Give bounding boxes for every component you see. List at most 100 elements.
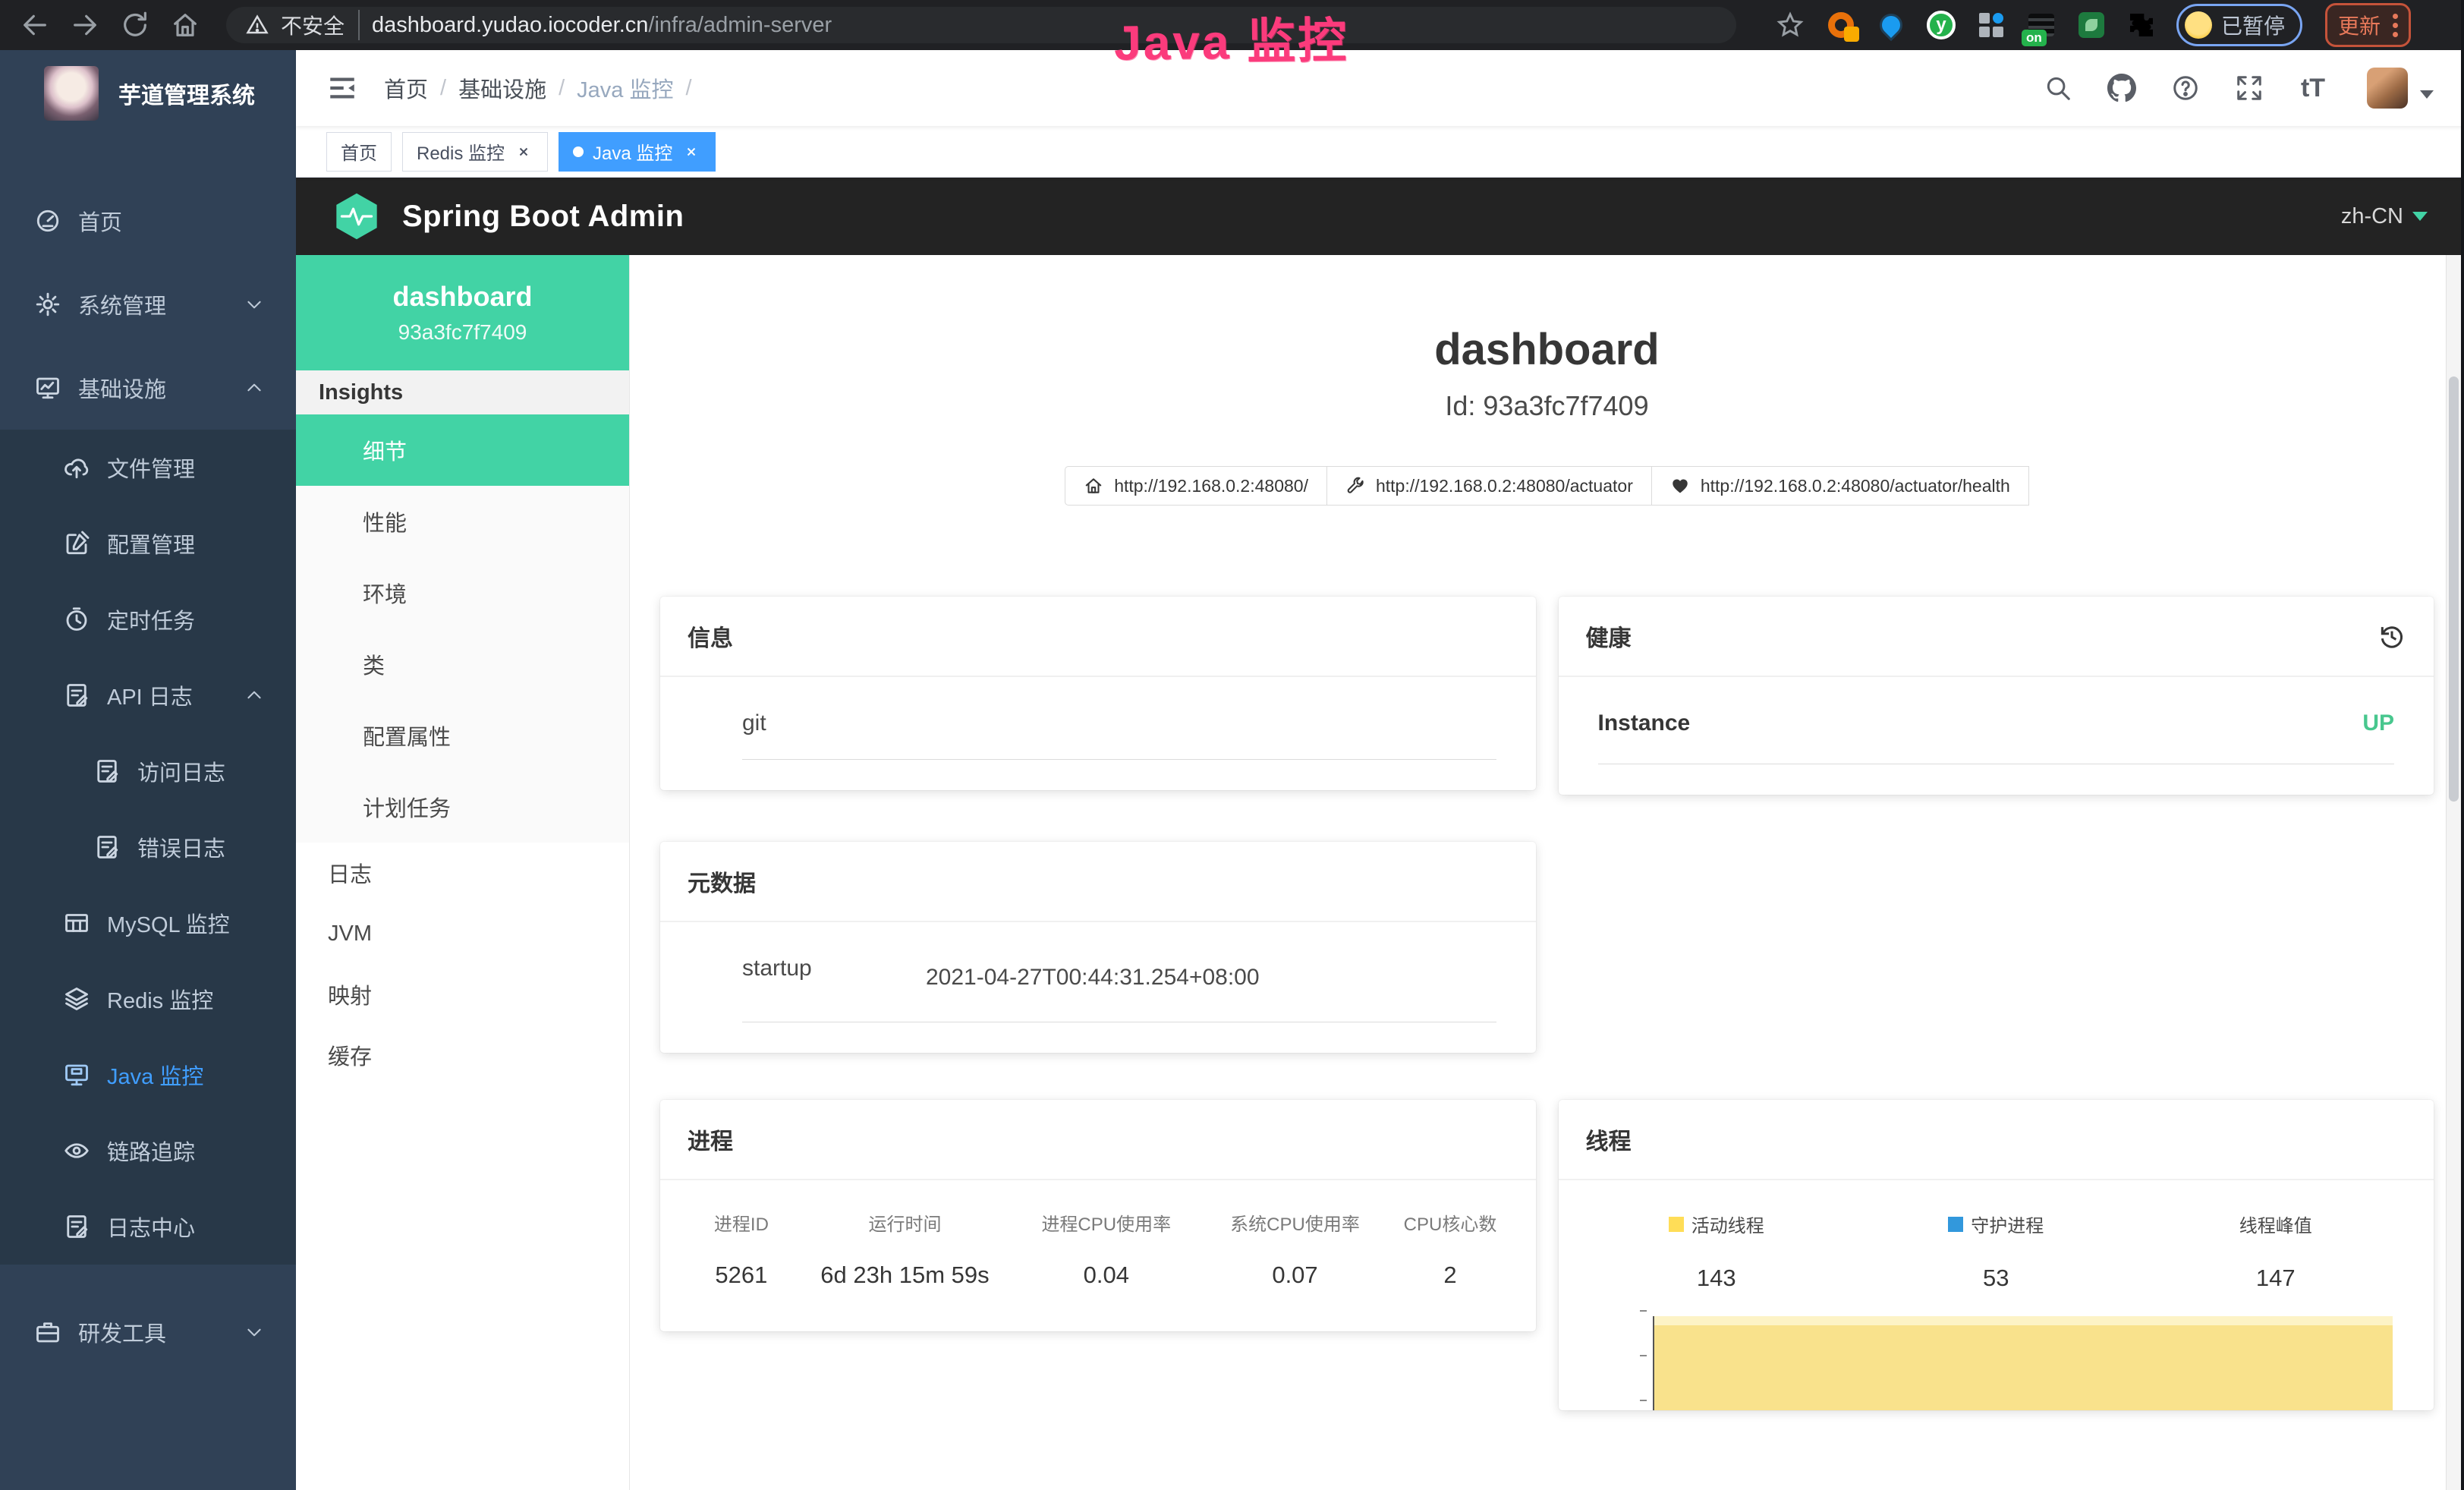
sidebar-menu-item[interactable]: 配置管理 bbox=[0, 506, 296, 581]
fullscreen-icon[interactable] bbox=[2235, 74, 2264, 102]
breadcrumb-item[interactable]: Java 监控 / bbox=[577, 72, 703, 104]
instance-header[interactable]: dashboard 93a3fc7f7409 bbox=[296, 255, 629, 370]
sidebar-menu-item[interactable]: 日志中心 bbox=[0, 1189, 296, 1265]
sba-section-label: Insights bbox=[296, 370, 629, 414]
sidebar-menu-item[interactable]: 基础设施 bbox=[0, 346, 296, 430]
window-edge bbox=[2461, 0, 2464, 1490]
scrollbar-thumb[interactable] bbox=[2449, 376, 2459, 802]
process-table-column: 运行时间 6d 23h 15m 59s bbox=[804, 1209, 1005, 1289]
ext-leaf-icon[interactable] bbox=[2076, 10, 2107, 40]
sba-root-menu: 日志JVM映射缓存 bbox=[296, 843, 629, 1085]
ext-y-icon[interactable]: y bbox=[1926, 10, 1956, 40]
app-logo-row[interactable]: 芋道管理系统 bbox=[0, 50, 296, 137]
breadcrumb-item[interactable]: 基础设施 / bbox=[458, 72, 577, 104]
url-text[interactable]: dashboard.yudao.iocoder.cn/infra/admin-s… bbox=[372, 13, 832, 38]
sba-insight-menu: 细节性能环境类配置属性计划任务 bbox=[296, 414, 629, 843]
browser-forward-icon[interactable] bbox=[70, 10, 100, 40]
close-icon[interactable] bbox=[681, 142, 701, 162]
metadata-startup-row: startup 2021-04-27T00:44:31.254+08:00 bbox=[742, 956, 1496, 1022]
hamburger-icon[interactable] bbox=[326, 72, 358, 104]
handwritten-annotation: Java 监控 bbox=[1114, 2, 1349, 74]
sidebar-menu-item[interactable]: 链路追踪 bbox=[0, 1113, 296, 1189]
browser-update-button[interactable]: 更新 bbox=[2325, 3, 2411, 47]
help-icon[interactable] bbox=[2171, 74, 2200, 102]
ext-grid-icon[interactable] bbox=[1976, 10, 2006, 40]
ext-on-icon[interactable]: on bbox=[2026, 10, 2056, 40]
thread-stats: 活动线程 143 守护进程 53 线程峰值 bbox=[1577, 1211, 2416, 1292]
sidebar-menu-item[interactable]: Redis 监控 bbox=[0, 961, 296, 1037]
sba-sidebar-item[interactable]: 类 bbox=[296, 628, 629, 700]
browser-menu-icon[interactable] bbox=[2393, 14, 2398, 37]
app-logo bbox=[44, 66, 99, 121]
sba-sidebar-item[interactable]: 计划任务 bbox=[296, 771, 629, 843]
spring-boot-admin-logo-icon[interactable] bbox=[332, 192, 381, 241]
process-table-column: CPU核心数 2 bbox=[1383, 1209, 1518, 1289]
page-scrollbar[interactable] bbox=[2446, 255, 2461, 1490]
address-bar[interactable]: 不安全 dashboard.yudao.iocoder.cn/infra/adm… bbox=[226, 7, 1736, 43]
user-avatar bbox=[2367, 68, 2408, 109]
sba-sidebar-item[interactable]: 环境 bbox=[296, 557, 629, 628]
ext-orange-icon[interactable] bbox=[1826, 10, 1856, 40]
sba-sidebar-item[interactable]: 细节 bbox=[296, 414, 629, 486]
sidebar-menu-item[interactable]: 研发工具 bbox=[0, 1290, 296, 1374]
sidebar-menu-item[interactable]: MySQL 监控 bbox=[0, 885, 296, 961]
instance-title: dashboard bbox=[630, 322, 2464, 378]
sidebar-menu-item[interactable]: 访问日志 bbox=[0, 733, 296, 809]
active-threads-area bbox=[1653, 1316, 2393, 1410]
thread-stat: 活动线程 143 bbox=[1577, 1211, 1857, 1292]
sba-sidebar-item[interactable]: 日志 bbox=[296, 843, 629, 903]
security-label[interactable]: 不安全 bbox=[281, 10, 360, 40]
tab[interactable]: Java 监控 bbox=[559, 132, 716, 172]
chart-y-axis bbox=[1609, 1310, 1653, 1401]
sba-locale-select[interactable]: zh-CN bbox=[2341, 204, 2428, 229]
sba-sidebar-item[interactable]: JVM bbox=[296, 903, 629, 964]
breadcrumb-separator: / bbox=[685, 76, 691, 101]
chevron-up-icon bbox=[244, 378, 264, 398]
sidebar-menu-item[interactable]: Java 监控 bbox=[0, 1037, 296, 1113]
sba-sidebar-item[interactable]: 映射 bbox=[296, 964, 629, 1025]
process-card: 进程 进程ID 5261 运行时间 6d 23h 15m 59s bbox=[660, 1100, 1536, 1331]
browser-back-icon[interactable] bbox=[20, 10, 50, 40]
ext-pin-icon[interactable] bbox=[1876, 10, 1906, 40]
sidebar-menu-item[interactable]: API 日志 bbox=[0, 657, 296, 733]
sidebar-menu-item[interactable]: 错误日志 bbox=[0, 809, 296, 885]
breadcrumb-separator: / bbox=[440, 76, 446, 101]
sba-brand[interactable]: Spring Boot Admin bbox=[402, 200, 684, 234]
monitor-icon bbox=[63, 1061, 90, 1088]
browser-reload-icon[interactable] bbox=[120, 10, 150, 40]
instance-link-button[interactable]: http://192.168.0.2:48080/ bbox=[1065, 466, 1327, 506]
sba-sidebar-item[interactable]: 缓存 bbox=[296, 1025, 629, 1085]
instance-link-button[interactable]: http://192.168.0.2:48080/actuator/health bbox=[1651, 466, 2029, 506]
user-menu[interactable] bbox=[2367, 68, 2434, 109]
card-title: 信息 bbox=[688, 619, 733, 653]
paused-badge[interactable]: 已暂停 bbox=[2176, 4, 2302, 46]
sidebar-menu-item[interactable]: 系统管理 bbox=[0, 263, 296, 346]
sba-nav: zh-CN bbox=[2165, 204, 2428, 229]
close-icon[interactable] bbox=[514, 142, 533, 162]
sba-main: dashboard Id: 93a3fc7f7409 http://192.16… bbox=[630, 255, 2464, 1490]
browser-home-icon[interactable] bbox=[170, 10, 200, 40]
sidebar-menu-item[interactable]: 文件管理 bbox=[0, 430, 296, 506]
ext-puzzle-icon[interactable] bbox=[2126, 10, 2157, 40]
sba-sidebar-item[interactable]: 配置属性 bbox=[296, 700, 629, 771]
status-badge: UP bbox=[2362, 710, 2394, 736]
eye-icon bbox=[63, 1137, 90, 1164]
sidebar-menu-item[interactable]: 首页 bbox=[0, 179, 296, 263]
text-size-icon[interactable]: tT bbox=[2299, 74, 2327, 102]
log-icon bbox=[93, 833, 121, 861]
tab[interactable]: Redis 监控 bbox=[402, 132, 548, 172]
instance-link-button[interactable]: http://192.168.0.2:48080/actuator bbox=[1326, 466, 1652, 506]
search-icon[interactable] bbox=[2044, 74, 2072, 102]
breadcrumb-separator: / bbox=[559, 76, 565, 101]
sba-sidebar-item[interactable]: 性能 bbox=[296, 486, 629, 557]
github-icon[interactable] bbox=[2107, 74, 2136, 102]
suitcase-icon bbox=[34, 1318, 61, 1346]
chevron-down-icon bbox=[244, 1322, 264, 1342]
history-icon[interactable] bbox=[2377, 622, 2406, 650]
bookmark-star-icon[interactable] bbox=[1776, 11, 1805, 39]
cloud-upload-icon bbox=[63, 454, 90, 481]
tab[interactable]: 首页 bbox=[326, 132, 392, 172]
breadcrumb-item[interactable]: 首页 / bbox=[384, 72, 458, 104]
sidebar-menu-item[interactable]: 定时任务 bbox=[0, 581, 296, 657]
health-card: 健康 Instance UP bbox=[1559, 597, 2434, 795]
